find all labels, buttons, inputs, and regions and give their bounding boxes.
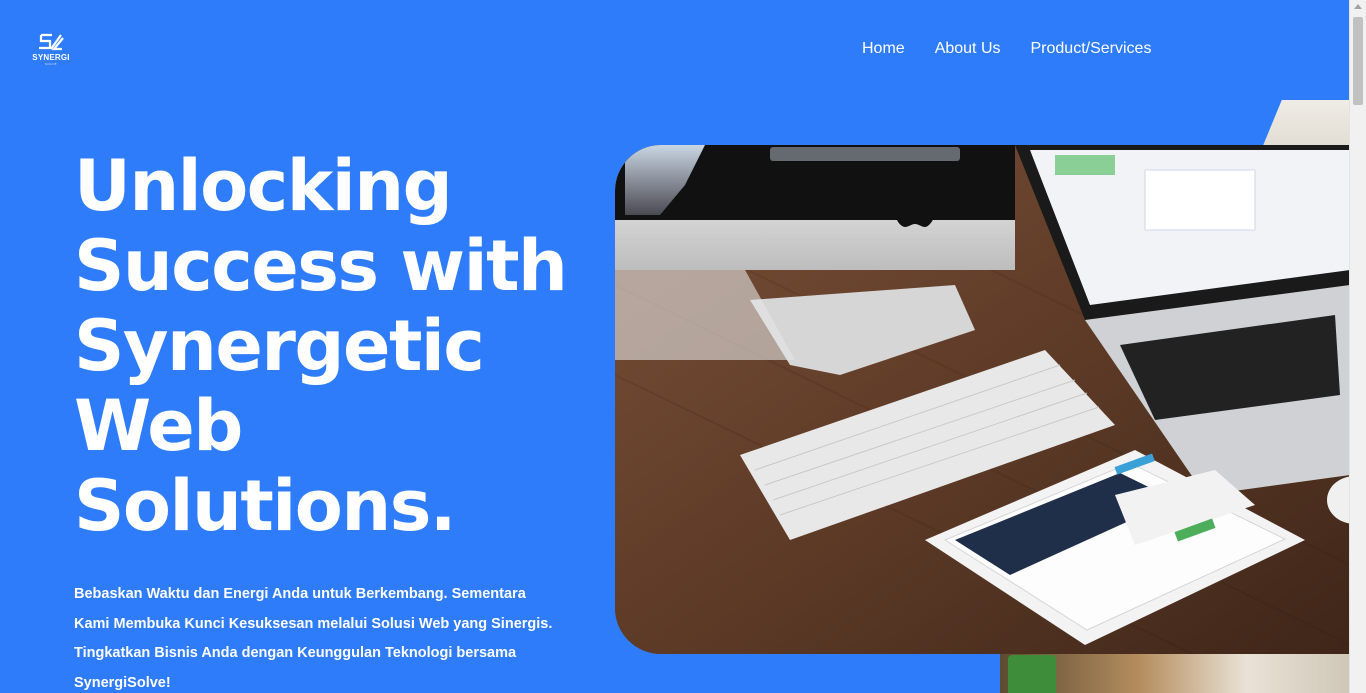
nav-home-link[interactable]: Home (862, 40, 905, 58)
synergi-logo-icon (39, 33, 64, 51)
desk-devices-illustration (615, 145, 1350, 654)
main-nav: Home About Us Product/Services (862, 40, 1151, 58)
green-mug (1008, 655, 1056, 693)
page-scrollbar[interactable] (1349, 0, 1366, 693)
hero-description: Bebaskan Waktu dan Energi Anda untuk Ber… (74, 586, 553, 691)
scroll-up-arrow-icon[interactable] (1354, 4, 1362, 9)
brand-logo[interactable]: SYNERGI SOLVE (32, 32, 70, 70)
brand-name: SYNERGI (32, 53, 70, 62)
nav-products-link[interactable]: Product/Services (1031, 40, 1152, 58)
scroll-thumb[interactable] (1353, 17, 1363, 105)
hero-image (615, 145, 1350, 654)
hero-title: Unlocking Success with Synergetic Web So… (74, 145, 568, 547)
nav-about-link[interactable]: About Us (935, 40, 1001, 58)
decorative-photo-top (1262, 100, 1352, 148)
brand-sub: SOLVE (44, 62, 58, 66)
